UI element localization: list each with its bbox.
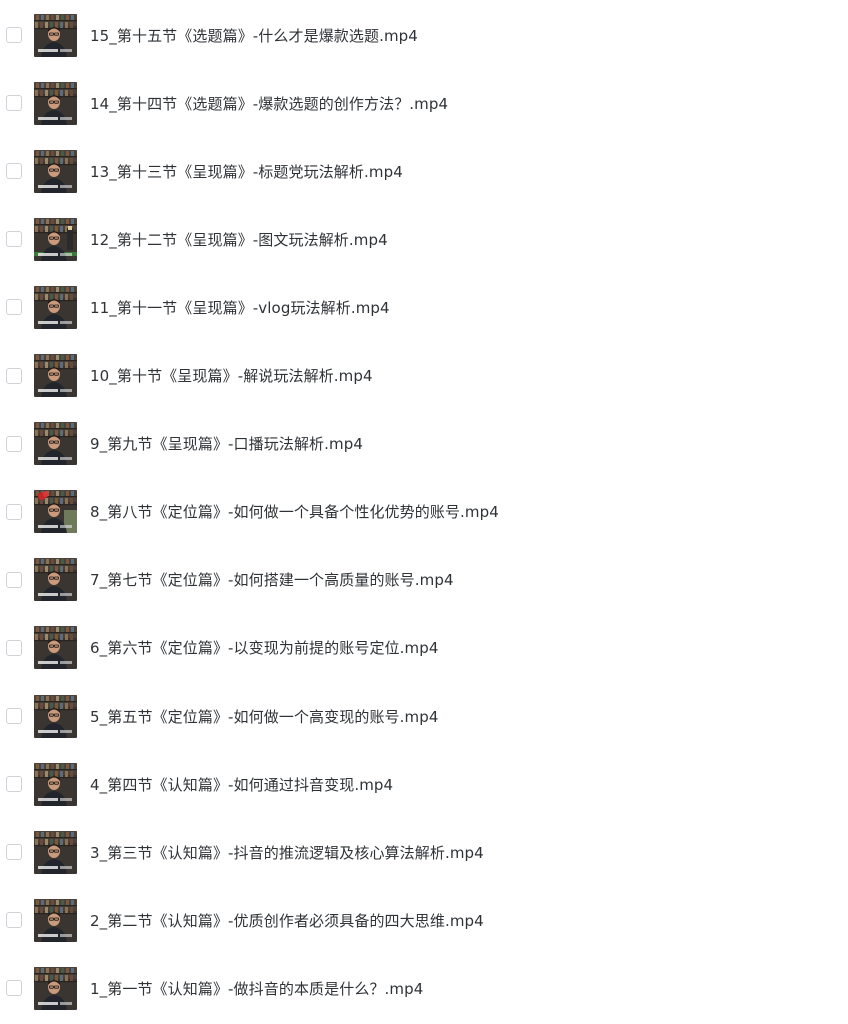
file-name[interactable]: 7_第七节《定位篇》-如何搭建一个高质量的账号.mp4 (90, 569, 454, 590)
file-name[interactable]: 2_第二节《认知篇》-优质创作者必须具备的四大思维.mp4 (90, 910, 484, 931)
file-name[interactable]: 5_第五节《定位篇》-如何做一个高变现的账号.mp4 (90, 706, 439, 727)
file-name[interactable]: 13_第十三节《呈现篇》-标题党玩法解析.mp4 (90, 161, 403, 182)
video-thumbnail-icon[interactable] (34, 626, 77, 670)
file-row[interactable]: 9_第九节《呈现篇》-口播玩法解析.mp4 (0, 410, 848, 478)
file-checkbox[interactable] (6, 27, 22, 43)
video-thumbnail-icon[interactable] (34, 422, 77, 466)
file-checkbox[interactable] (6, 776, 22, 793)
file-checkbox[interactable] (6, 367, 22, 384)
file-checkbox[interactable] (6, 980, 22, 997)
file-checkbox[interactable] (6, 844, 22, 861)
file-row[interactable]: 4_第四节《认知篇》-如何通过抖音变现.mp4 (0, 750, 848, 818)
file-row[interactable]: 7_第七节《定位篇》-如何搭建一个高质量的账号.mp4 (0, 546, 848, 614)
file-checkbox[interactable] (6, 639, 22, 656)
video-thumbnail-icon[interactable] (34, 558, 77, 602)
file-checkbox[interactable] (6, 95, 22, 112)
file-row[interactable]: 11_第十一节《呈现篇》-vlog玩法解析.mp4 (0, 273, 848, 341)
file-row[interactable]: 3_第三节《认知篇》-抖音的推流逻辑及核心算法解析.mp4 (0, 818, 848, 886)
file-name[interactable]: 10_第十节《呈现篇》-解说玩法解析.mp4 (90, 365, 373, 386)
file-name[interactable]: 8_第八节《定位篇》-如何做一个具备个性化优势的账号.mp4 (90, 501, 499, 522)
file-row[interactable]: 14_第十四节《选题篇》-爆款选题的创作方法？.mp4 (0, 69, 848, 137)
file-checkbox[interactable] (6, 163, 22, 180)
video-thumbnail-icon[interactable] (34, 694, 77, 738)
file-name[interactable]: 14_第十四节《选题篇》-爆款选题的创作方法？.mp4 (90, 93, 448, 114)
file-row[interactable]: 10_第十节《呈现篇》-解说玩法解析.mp4 (0, 342, 848, 410)
video-thumbnail-icon[interactable] (34, 149, 77, 193)
video-thumbnail-icon[interactable] (34, 217, 77, 261)
file-checkbox[interactable] (6, 571, 22, 588)
video-thumbnail-icon[interactable] (34, 354, 77, 397)
video-thumbnail-icon[interactable] (34, 490, 77, 534)
file-checkbox[interactable] (6, 503, 22, 520)
file-name[interactable]: 15_第十五节《选题篇》-什么才是爆款选题.mp4 (90, 25, 418, 46)
file-checkbox[interactable] (6, 435, 22, 452)
file-name[interactable]: 1_第一节《认知篇》-做抖音的本质是什么？.mp4 (90, 978, 423, 999)
file-row[interactable]: 13_第十三节《呈现篇》-标题党玩法解析.mp4 (0, 137, 848, 205)
file-name[interactable]: 3_第三节《认知篇》-抖音的推流逻辑及核心算法解析.mp4 (90, 842, 484, 863)
file-checkbox[interactable] (6, 299, 22, 316)
video-thumbnail-icon[interactable] (34, 966, 77, 1010)
file-row[interactable]: 12_第十二节《呈现篇》-图文玩法解析.mp4 (0, 205, 848, 273)
file-name[interactable]: 9_第九节《呈现篇》-口播玩法解析.mp4 (90, 433, 363, 454)
file-list: 15_第十五节《选题篇》-什么才是爆款选题.mp4 14_第十四节《选题篇》-爆款… (0, 0, 848, 1024)
file-row[interactable]: 1_第一节《认知篇》-做抖音的本质是什么？.mp4 (0, 954, 848, 1022)
file-name[interactable]: 6_第六节《定位篇》-以变现为前提的账号定位.mp4 (90, 637, 439, 658)
file-row[interactable]: 8_第八节《定位篇》-如何做一个具备个性化优势的账号.mp4 (0, 478, 848, 546)
file-name[interactable]: 12_第十二节《呈现篇》-图文玩法解析.mp4 (90, 229, 388, 250)
file-name[interactable]: 11_第十一节《呈现篇》-vlog玩法解析.mp4 (90, 297, 390, 318)
video-thumbnail-icon[interactable] (34, 13, 77, 57)
file-checkbox[interactable] (6, 912, 22, 929)
file-row[interactable]: 5_第五节《定位篇》-如何做一个高变现的账号.mp4 (0, 682, 848, 750)
file-row[interactable]: 6_第六节《定位篇》-以变现为前提的账号定位.mp4 (0, 614, 848, 682)
file-checkbox[interactable] (6, 708, 22, 724)
file-checkbox[interactable] (6, 231, 22, 248)
file-row[interactable]: 2_第二节《认知篇》-优质创作者必须具备的四大思维.mp4 (0, 886, 848, 954)
video-thumbnail-icon[interactable] (34, 830, 77, 874)
video-thumbnail-icon[interactable] (34, 285, 77, 329)
video-thumbnail-icon[interactable] (34, 81, 77, 125)
video-thumbnail-icon[interactable] (34, 762, 77, 806)
file-name[interactable]: 4_第四节《认知篇》-如何通过抖音变现.mp4 (90, 774, 393, 795)
file-row[interactable]: 15_第十五节《选题篇》-什么才是爆款选题.mp4 (0, 1, 848, 69)
video-thumbnail-icon[interactable] (34, 898, 77, 942)
